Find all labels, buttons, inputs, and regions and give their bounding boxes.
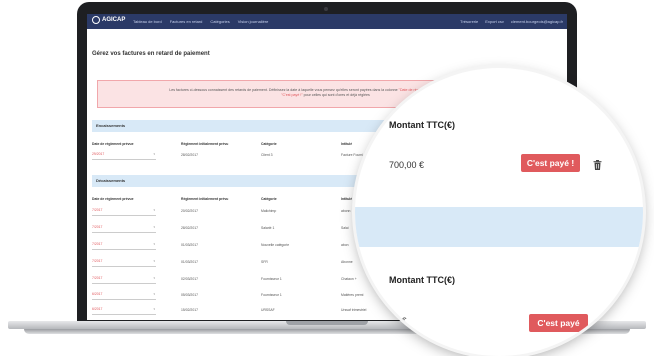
amount-value: 00 € (389, 316, 407, 326)
invoice-label: abon (341, 243, 349, 247)
col-label: Intitulé (341, 197, 353, 201)
invoice-label: abonn (341, 209, 351, 213)
invoice-label: Matières premi (341, 293, 364, 297)
initial-date: 01/03/2017 (181, 243, 198, 247)
invoice-label: Facture Fourni (341, 153, 364, 157)
chevron-down-icon: ▾ (153, 208, 155, 212)
nav-treasury[interactable]: Trésorerie (460, 19, 478, 24)
trash-icon[interactable] (593, 160, 602, 170)
col-planned-date: Date de règlement prévue (92, 142, 134, 146)
planned-date-select[interactable]: 29/2017 ▾ (92, 152, 156, 160)
nav-dashboard[interactable]: Tableau de bord (133, 19, 162, 24)
planned-date-value: 6/2017 (92, 292, 103, 296)
section-band (355, 207, 643, 247)
col-initial-date: Règlement initialement prévu (181, 142, 229, 146)
planned-date-select[interactable]: 7/2017 ▾ (92, 225, 156, 233)
alert-highlight-paid: "C'est payé !" (281, 93, 303, 97)
chevron-down-icon: ▾ (153, 225, 155, 229)
planned-date-select[interactable]: 7/2017 ▾ (92, 259, 156, 267)
alert-text-1: Les factures ci-dessous connaissent des … (169, 88, 399, 92)
planned-date-select[interactable]: 6/2017 ▾ (92, 292, 156, 300)
initial-date: 28/02/2017 (181, 153, 198, 157)
nav-export-csv[interactable]: Export csv (485, 19, 504, 24)
page-title: Gérez vos factures en retard de paiement (92, 51, 210, 57)
category: Mailchimp (261, 209, 277, 213)
chevron-down-icon: ▾ (153, 307, 155, 311)
planned-date-select[interactable]: 7/2017 ▾ (92, 208, 156, 216)
amount-column-header: Montant TTC(€) (389, 275, 455, 285)
category: Client 3 (261, 153, 273, 157)
col-planned-date: Date de règlement prévue (92, 197, 134, 201)
chevron-down-icon: ▾ (153, 259, 155, 263)
initial-date: 05/03/2017 (181, 293, 198, 297)
col-initial-date: Règlement initialement prévu (181, 197, 229, 201)
camera-icon (324, 7, 328, 11)
category: Nouvelle catégorie (261, 243, 290, 247)
invoice-label: Abonne (341, 260, 353, 264)
agicap-logo-icon (92, 16, 100, 24)
category: Salarié 1 (261, 226, 275, 230)
planned-date-select[interactable]: 7/2017 ▾ (92, 276, 156, 284)
initial-date: 28/02/2017 (181, 226, 198, 230)
brand-name: AGICAP (102, 17, 126, 23)
planned-date-select[interactable]: 7/2017 ▾ (92, 242, 156, 250)
amount-column-header: Montant TTC(€) (389, 120, 455, 130)
planned-date-select[interactable]: 6/2017 ▾ (92, 307, 156, 315)
chevron-down-icon: ▾ (153, 242, 155, 246)
chevron-down-icon: ▾ (153, 276, 155, 280)
col-label: Intitulé (341, 142, 353, 146)
alert-text-3: pour celles qui sont d'ores et déjà régl… (302, 93, 370, 97)
initial-date: 01/03/2017 (181, 260, 198, 264)
zoom-magnifier: Montant TTC(€) 700,00 € C'est payé ! Mon… (355, 68, 643, 356)
nav-categories[interactable]: Catégories (210, 19, 229, 24)
laptop-notch (286, 321, 368, 325)
category: Fournisseur 1 (261, 293, 282, 297)
invoice-label: Urssaf trimestriel (341, 308, 367, 312)
nav-daily-view[interactable]: Vision journalière (238, 19, 269, 24)
top-navbar: AGICAP Tableau de bord Factures en retar… (87, 14, 567, 29)
paid-button[interactable]: C'est payé ! (521, 154, 580, 172)
amount-value: 700,00 € (389, 160, 425, 170)
invoice-label: Salai (341, 226, 349, 230)
planned-date-value: 7/2017 (92, 259, 103, 263)
planned-date-value: 29/2017 (92, 152, 105, 156)
chevron-down-icon: ▾ (153, 292, 155, 296)
initial-date: 02/03/2017 (181, 277, 198, 281)
planned-date-value: 7/2017 (92, 242, 103, 246)
nav-user-menu[interactable]: clement.bourgeois@agicap.fr (511, 19, 563, 24)
initial-date: 20/02/2017 (181, 209, 198, 213)
col-category: Catégorie (261, 197, 277, 201)
category: SFR (261, 260, 268, 264)
planned-date-value: 7/2017 (92, 225, 103, 229)
planned-date-value: 7/2017 (92, 276, 103, 280)
planned-date-value: 6/2017 (92, 307, 103, 311)
nav-late-invoices[interactable]: Factures en retard (170, 19, 203, 24)
paid-button[interactable]: C'est payé (529, 314, 588, 332)
brand-logo[interactable]: AGICAP (92, 16, 125, 24)
planned-date-value: 7/2017 (92, 208, 103, 212)
category: Fournisseur 1 (261, 277, 282, 281)
initial-date: 15/02/2017 (181, 308, 198, 312)
invoice-label: Chataon + (341, 277, 357, 281)
category: URSSAF (261, 308, 275, 312)
col-category: Catégorie (261, 142, 277, 146)
chevron-down-icon: ▾ (153, 152, 155, 156)
